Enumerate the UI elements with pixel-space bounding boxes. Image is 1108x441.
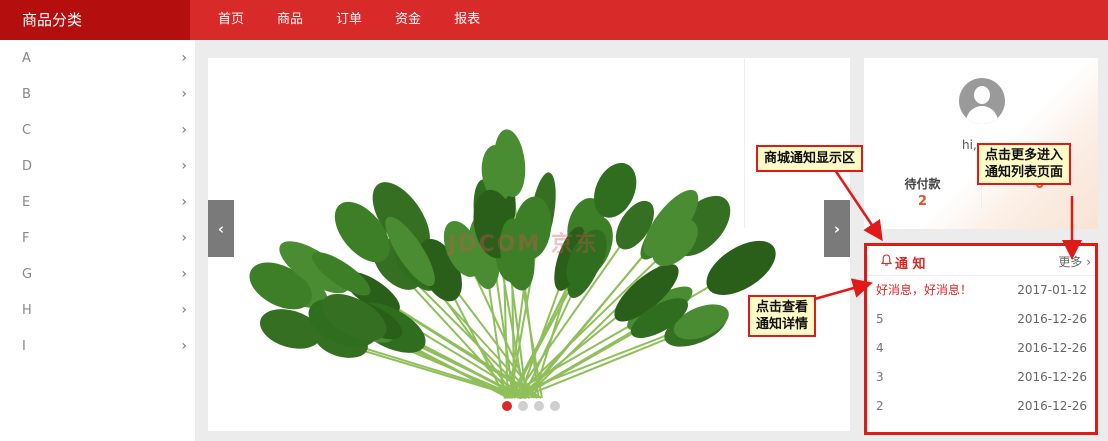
- category-item[interactable]: D ›: [0, 148, 195, 184]
- carousel-prev-button[interactable]: ‹: [208, 200, 234, 257]
- chevron-right-icon: ›: [181, 194, 187, 210]
- category-header: 商品分类: [0, 0, 190, 40]
- notice-row[interactable]: 2 2016-12-26: [867, 392, 1095, 421]
- chevron-right-icon: ›: [181, 302, 187, 318]
- callout-more-hint: 点击更多进入 通知列表页面: [977, 143, 1072, 185]
- notice-row-date: 2017-01-12: [1017, 283, 1087, 297]
- nav-item-funds[interactable]: 资金: [395, 0, 421, 40]
- stat-label: 待付款: [904, 177, 941, 191]
- chevron-right-icon: ›: [181, 50, 187, 66]
- chevron-right-icon: ›: [181, 230, 187, 246]
- category-label: A: [22, 50, 31, 66]
- carousel-pagination: [502, 401, 560, 411]
- nav-item-home[interactable]: 首页: [218, 0, 244, 40]
- category-label: H: [22, 302, 32, 318]
- category-label: C: [22, 122, 32, 138]
- chevron-right-icon: ›: [181, 338, 187, 354]
- stat-value: 2: [917, 194, 928, 209]
- chevron-right-icon: ›: [181, 122, 187, 138]
- callout-line: 点击更多进入: [985, 148, 1064, 163]
- carousel-next-button[interactable]: ›: [824, 200, 850, 257]
- notice-row[interactable]: 3 2016-12-26: [867, 363, 1095, 392]
- avatar-body-shape: [966, 106, 998, 124]
- user-greeting: hi,: [962, 138, 977, 152]
- main-nav: 首页 商品 订单 资金 报表: [218, 0, 513, 40]
- category-item[interactable]: C ›: [0, 112, 195, 148]
- notice-more-link[interactable]: 更多 ›: [1058, 253, 1091, 270]
- notice-row[interactable]: 4 2016-12-26: [867, 334, 1095, 363]
- category-item[interactable]: A ›: [0, 40, 195, 76]
- notice-title: 通 知: [895, 257, 926, 272]
- carousel-dot[interactable]: [502, 401, 512, 411]
- notice-row[interactable]: 5 2016-12-26: [867, 305, 1095, 334]
- category-item[interactable]: H ›: [0, 292, 195, 328]
- chevron-right-icon: ›: [181, 266, 187, 282]
- banner-carousel: JDCOM 京东 ‹ ›: [208, 58, 850, 431]
- callout-notice-area: 商城通知显示区: [756, 145, 864, 172]
- carousel-dot[interactable]: [518, 401, 528, 411]
- notice-row[interactable]: 好消息，好消息！ 2017-01-12: [867, 276, 1095, 305]
- category-item[interactable]: F ›: [0, 220, 195, 256]
- notice-panel: 通 知 更多 › 好消息，好消息！ 2017-01-12 5 2016-12-26 …: [864, 243, 1098, 435]
- category-label: B: [22, 86, 31, 102]
- category-sidebar: A › B › C › D › E › F › G › H › I ›: [0, 40, 195, 441]
- chevron-right-icon: ›: [181, 158, 187, 174]
- category-label: G: [22, 266, 33, 282]
- category-item[interactable]: G ›: [0, 256, 195, 292]
- category-label: I: [22, 338, 26, 354]
- category-item[interactable]: E ›: [0, 184, 195, 220]
- notice-row-date: 2016-12-26: [1017, 341, 1087, 355]
- callout-line: 点击查看: [756, 300, 809, 315]
- category-item[interactable]: I ›: [0, 328, 195, 364]
- watermark: JDCOM 京东: [448, 232, 599, 257]
- notice-row-title: 2: [876, 399, 884, 413]
- bell-icon: [881, 254, 892, 266]
- chevron-right-icon: ›: [181, 86, 187, 102]
- callout-line: 通知列表页面: [985, 165, 1064, 180]
- notice-row-title: 3: [876, 370, 884, 384]
- nav-item-orders[interactable]: 订单: [336, 0, 362, 40]
- avatar[interactable]: [959, 78, 1005, 124]
- category-label: F: [22, 230, 30, 246]
- category-label: D: [22, 158, 33, 174]
- stat-pending-payment[interactable]: 待付款 2: [864, 175, 981, 209]
- top-nav-bar: 商品分类 首页 商品 订单 资金 报表: [0, 0, 1108, 40]
- carousel-dot[interactable]: [534, 401, 544, 411]
- notice-row-title: 4: [876, 341, 884, 355]
- notice-header: 通 知 更多 ›: [867, 246, 1095, 276]
- notice-row-date: 2016-12-26: [1017, 312, 1087, 326]
- notice-row-date: 2016-12-26: [1017, 399, 1087, 413]
- carousel-dot[interactable]: [550, 401, 560, 411]
- notice-row-title: 好消息，好消息！: [876, 283, 973, 297]
- callout-detail-hint: 点击查看 通知详情: [748, 295, 817, 337]
- nav-item-reports[interactable]: 报表: [454, 0, 480, 40]
- avatar-head-shape: [974, 86, 990, 104]
- category-label: E: [22, 194, 31, 210]
- notice-row-title: 5: [876, 312, 884, 326]
- nav-item-products[interactable]: 商品: [277, 0, 303, 40]
- callout-line: 通知详情: [756, 317, 809, 332]
- notice-row-date: 2016-12-26: [1017, 370, 1087, 384]
- category-item[interactable]: B ›: [0, 76, 195, 112]
